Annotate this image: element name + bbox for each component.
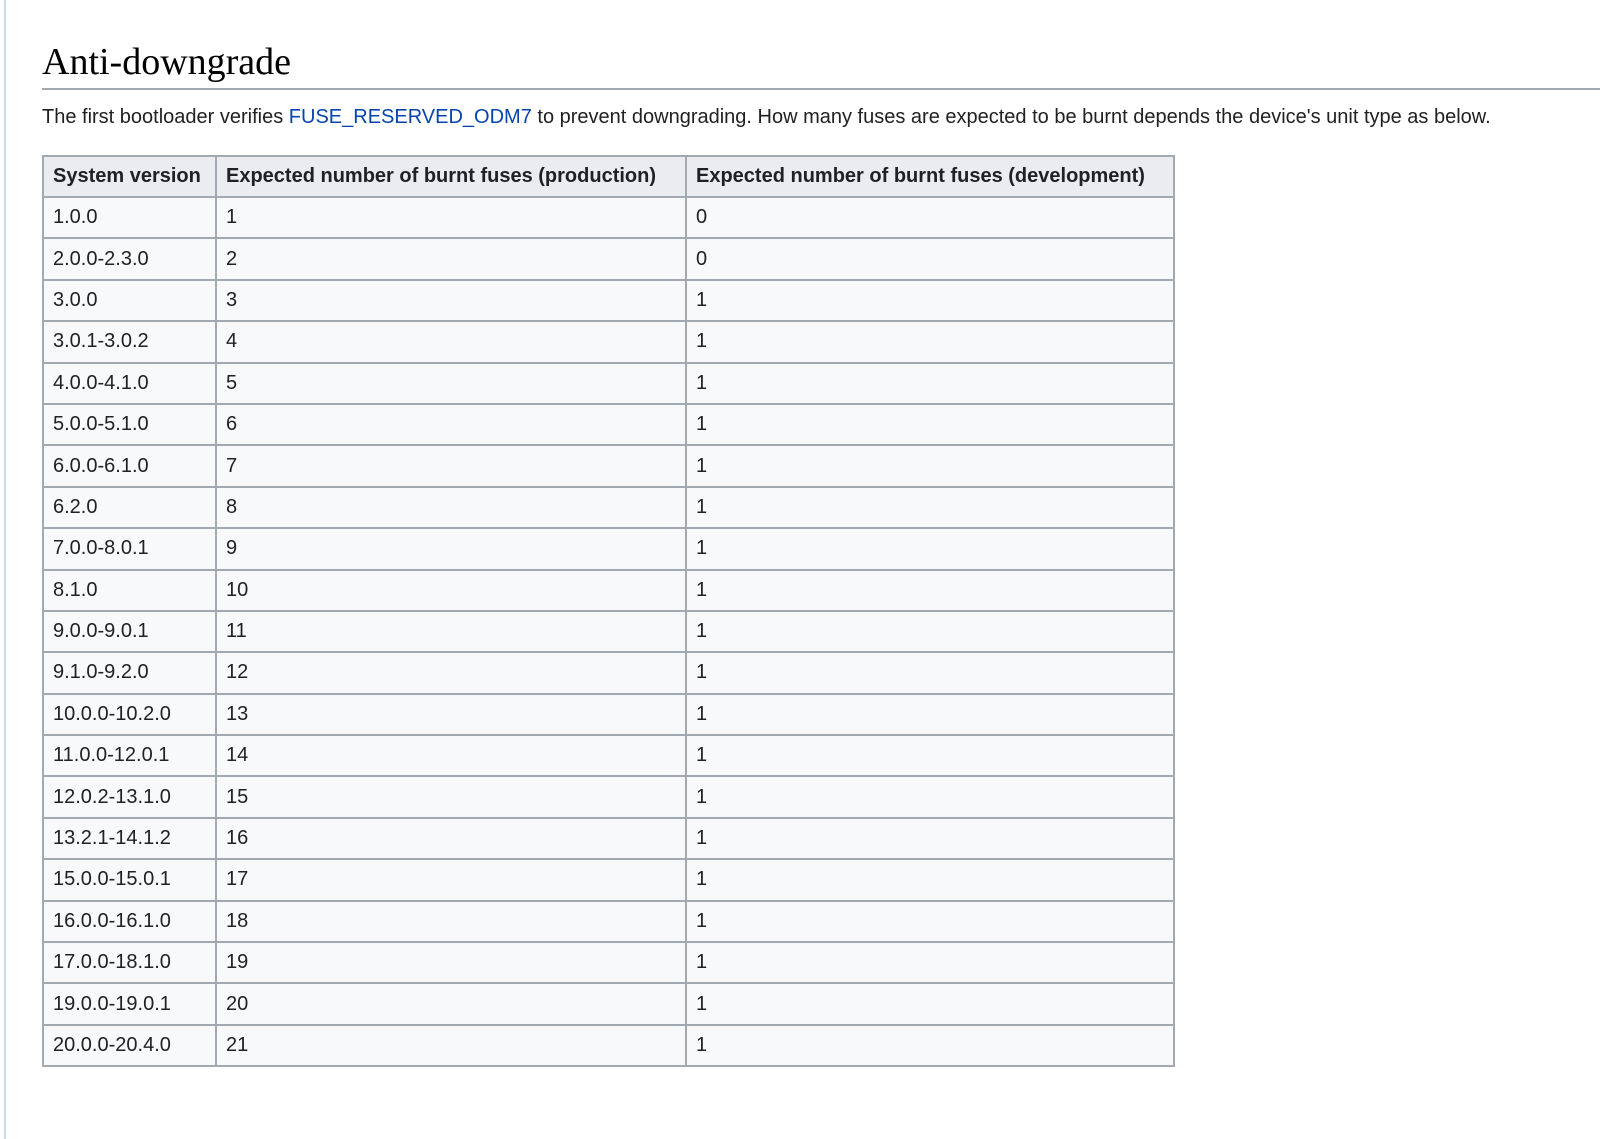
table-row: 3.0.0 3 1 bbox=[42, 278, 1175, 323]
cell-production: 6 bbox=[215, 402, 687, 447]
cell-production: 21 bbox=[215, 1023, 687, 1068]
cell-development: 1 bbox=[685, 775, 1175, 819]
cell-development: 1 bbox=[685, 527, 1175, 571]
cell-production: 5 bbox=[215, 361, 687, 405]
cell-system-version: 19.0.0-19.0.1 bbox=[42, 982, 217, 1026]
table-row: 12.0.2-13.1.0 15 1 bbox=[42, 775, 1175, 819]
cell-system-version: 17.0.0-18.1.0 bbox=[42, 941, 217, 985]
cell-development: 1 bbox=[685, 899, 1175, 944]
cell-system-version: 4.0.0-4.1.0 bbox=[42, 361, 217, 405]
table-row: 1.0.0 1 0 bbox=[42, 195, 1175, 240]
cell-production: 10 bbox=[215, 568, 687, 612]
heading-divider bbox=[42, 88, 1600, 90]
cell-development: 1 bbox=[685, 858, 1175, 902]
cell-production: 17 bbox=[215, 858, 687, 902]
cell-production: 3 bbox=[215, 278, 687, 323]
cell-development: 1 bbox=[685, 278, 1175, 323]
header-production: Expected number of burnt fuses (producti… bbox=[215, 155, 687, 198]
table-row: 16.0.0-16.1.0 18 1 bbox=[42, 899, 1175, 944]
table-row: 6.2.0 8 1 bbox=[42, 485, 1175, 530]
cell-development: 0 bbox=[685, 195, 1175, 240]
cell-system-version: 1.0.0 bbox=[42, 195, 217, 240]
cell-production: 16 bbox=[215, 816, 687, 861]
cell-development: 1 bbox=[685, 568, 1175, 612]
cell-production: 12 bbox=[215, 651, 687, 695]
cell-development: 1 bbox=[685, 1023, 1175, 1068]
cell-system-version: 8.1.0 bbox=[42, 568, 217, 612]
intro-text: The first bootloader verifies bbox=[42, 106, 289, 128]
table-row: 13.2.1-14.1.2 16 1 bbox=[42, 816, 1175, 861]
cell-system-version: 5.0.0-5.1.0 bbox=[42, 402, 217, 447]
intro-paragraph: The first bootloader verifies FUSE_RESER… bbox=[42, 104, 1491, 130]
cell-development: 1 bbox=[685, 609, 1175, 654]
cell-system-version: 6.2.0 bbox=[42, 485, 217, 530]
cell-system-version: 7.0.0-8.0.1 bbox=[42, 527, 217, 571]
table-row: 9.0.0-9.0.1 11 1 bbox=[42, 609, 1175, 654]
table-row: 8.1.0 10 1 bbox=[42, 568, 1175, 612]
cell-system-version: 16.0.0-16.1.0 bbox=[42, 899, 217, 944]
cell-development: 1 bbox=[685, 320, 1175, 364]
table-row: 6.0.0-6.1.0 7 1 bbox=[42, 444, 1175, 488]
table-row: 15.0.0-15.0.1 17 1 bbox=[42, 858, 1175, 902]
cell-development: 1 bbox=[685, 651, 1175, 695]
cell-production: 11 bbox=[215, 609, 687, 654]
header-development: Expected number of burnt fuses (developm… bbox=[685, 155, 1175, 198]
table-row: 4.0.0-4.1.0 5 1 bbox=[42, 361, 1175, 405]
intro-text-end: to prevent downgrading. How many fuses a… bbox=[531, 106, 1491, 128]
cell-development: 1 bbox=[685, 361, 1175, 405]
cell-production: 8 bbox=[215, 485, 687, 530]
cell-development: 1 bbox=[685, 941, 1175, 985]
cell-development: 1 bbox=[685, 734, 1175, 778]
cell-development: 1 bbox=[685, 982, 1175, 1026]
header-system-version: System version bbox=[42, 155, 217, 198]
content-left-border bbox=[4, 0, 6, 1139]
cell-system-version: 20.0.0-20.4.0 bbox=[42, 1023, 217, 1068]
anti-downgrade-table: System version Expected number of burnt … bbox=[42, 155, 1175, 1068]
section-heading: Anti-downgrade bbox=[42, 41, 292, 83]
cell-production: 4 bbox=[215, 320, 687, 364]
cell-system-version: 6.0.0-6.1.0 bbox=[42, 444, 217, 488]
cell-production: 15 bbox=[215, 775, 687, 819]
cell-development: 0 bbox=[685, 237, 1175, 281]
cell-system-version: 3.0.1-3.0.2 bbox=[42, 320, 217, 364]
cell-development: 1 bbox=[685, 816, 1175, 861]
table-row: 9.1.0-9.2.0 12 1 bbox=[42, 651, 1175, 695]
cell-system-version: 9.1.0-9.2.0 bbox=[42, 651, 217, 695]
table-row: 11.0.0-12.0.1 14 1 bbox=[42, 734, 1175, 778]
table-row: 10.0.0-10.2.0 13 1 bbox=[42, 692, 1175, 737]
fuse-reserved-odm7-link[interactable]: FUSE_RESERVED_ODM7 bbox=[289, 106, 532, 128]
cell-production: 14 bbox=[215, 734, 687, 778]
cell-system-version: 12.0.2-13.1.0 bbox=[42, 775, 217, 819]
table-row: 3.0.1-3.0.2 4 1 bbox=[42, 320, 1175, 364]
cell-production: 1 bbox=[215, 195, 687, 240]
table-row: 7.0.0-8.0.1 9 1 bbox=[42, 527, 1175, 571]
cell-production: 2 bbox=[215, 237, 687, 281]
table-row: 5.0.0-5.1.0 6 1 bbox=[42, 402, 1175, 447]
cell-production: 9 bbox=[215, 527, 687, 571]
cell-system-version: 9.0.0-9.0.1 bbox=[42, 609, 217, 654]
cell-development: 1 bbox=[685, 444, 1175, 488]
table-row: 19.0.0-19.0.1 20 1 bbox=[42, 982, 1175, 1026]
table-row: 20.0.0-20.4.0 21 1 bbox=[42, 1023, 1175, 1068]
cell-production: 19 bbox=[215, 941, 687, 985]
cell-production: 18 bbox=[215, 899, 687, 944]
table-header-row: System version Expected number of burnt … bbox=[42, 155, 1175, 198]
cell-system-version: 15.0.0-15.0.1 bbox=[42, 858, 217, 902]
cell-production: 20 bbox=[215, 982, 687, 1026]
cell-system-version: 3.0.0 bbox=[42, 278, 217, 323]
cell-production: 7 bbox=[215, 444, 687, 488]
table-row: 17.0.0-18.1.0 19 1 bbox=[42, 941, 1175, 985]
table-row: 2.0.0-2.3.0 2 0 bbox=[42, 237, 1175, 281]
cell-system-version: 13.2.1-14.1.2 bbox=[42, 816, 217, 861]
cell-system-version: 2.0.0-2.3.0 bbox=[42, 237, 217, 281]
cell-development: 1 bbox=[685, 485, 1175, 530]
cell-development: 1 bbox=[685, 692, 1175, 737]
cell-production: 13 bbox=[215, 692, 687, 737]
cell-system-version: 10.0.0-10.2.0 bbox=[42, 692, 217, 737]
cell-development: 1 bbox=[685, 402, 1175, 447]
cell-system-version: 11.0.0-12.0.1 bbox=[42, 734, 217, 778]
